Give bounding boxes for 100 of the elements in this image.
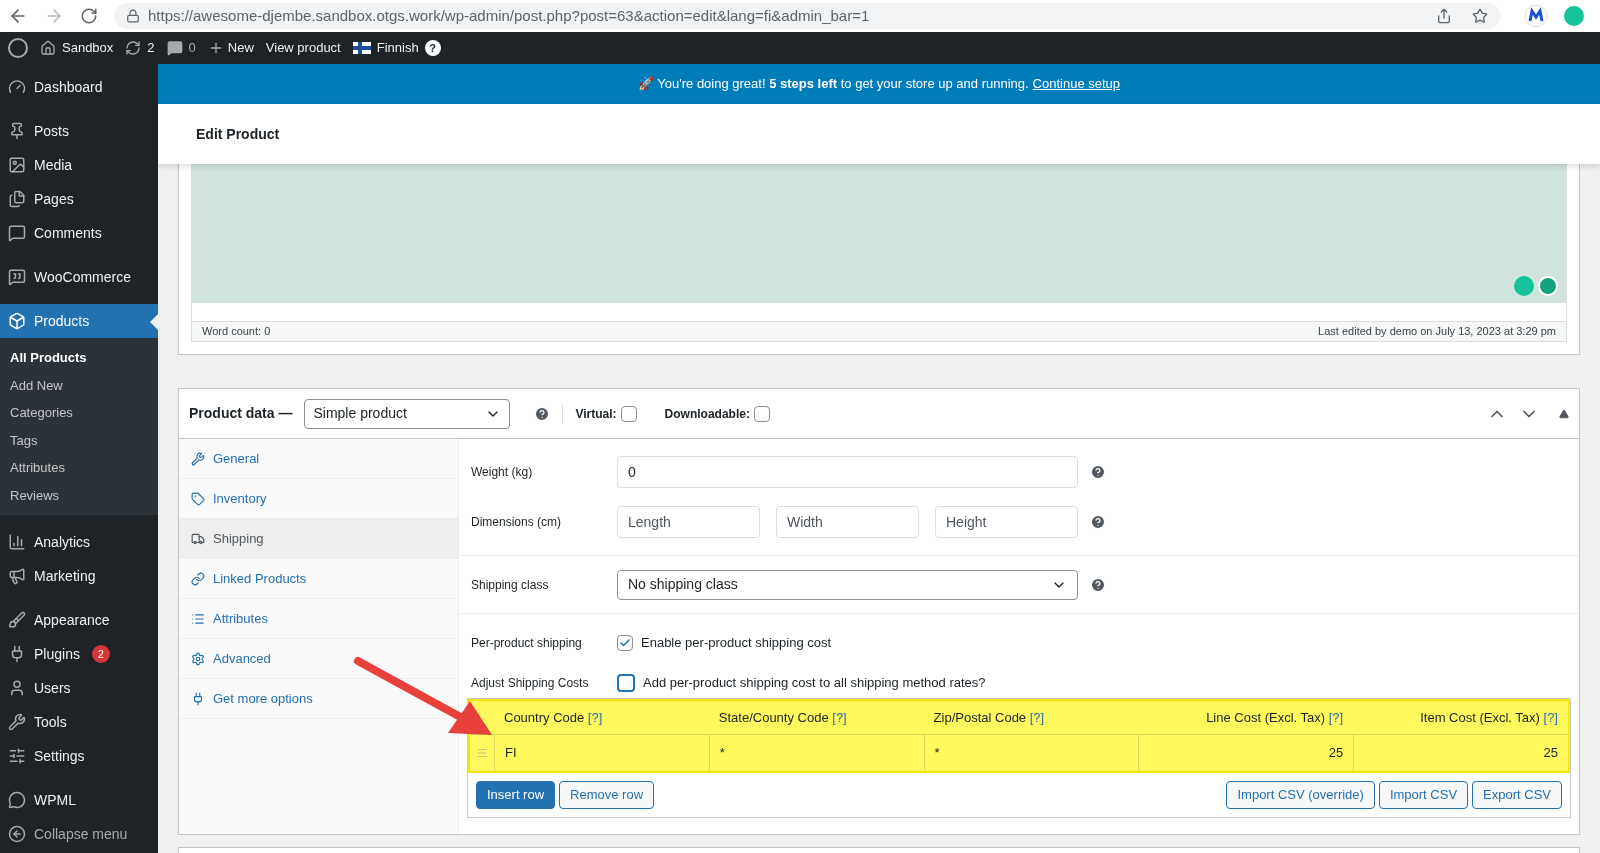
truck-icon <box>191 531 205 546</box>
sidebar-item[interactable]: WPML <box>0 783 158 817</box>
sidebar-item[interactable]: Products <box>0 304 158 338</box>
product-data-tab[interactable]: Linked Products <box>179 559 458 599</box>
sidebar-item[interactable]: Analytics <box>0 525 158 559</box>
updates-count[interactable]: 2 <box>147 38 155 58</box>
sidebar-item[interactable]: Appearance <box>0 603 158 637</box>
media-icon <box>8 156 26 174</box>
count-badge: 2 <box>91 645 110 663</box>
help-icon[interactable] <box>1090 576 1106 593</box>
help-icon[interactable] <box>1090 464 1106 480</box>
csv-button[interactable]: Import CSV <box>1378 781 1469 809</box>
shipping-class-label: Shipping class <box>471 576 550 594</box>
table-cell[interactable]: * <box>708 735 924 771</box>
help-badge[interactable]: ? <box>424 40 441 56</box>
table-cell[interactable]: 25 <box>1138 735 1354 771</box>
updates-icon[interactable] <box>125 40 142 56</box>
table-cell[interactable]: FI <box>494 735 709 771</box>
remove-row-button[interactable]: Remove row <box>559 781 655 809</box>
wrench-icon <box>8 713 26 731</box>
submenu-item[interactable]: Categories <box>0 399 158 427</box>
sidebar-item[interactable]: Marketing <box>0 559 158 593</box>
link-icon <box>191 571 205 586</box>
sidebar-item[interactable]: Tools <box>0 705 158 739</box>
product-data-tab[interactable]: Shipping <box>179 519 458 559</box>
notice-text: 🚀 You're doing great! 5 steps left to get your store up and running. <box>637 75 1029 94</box>
weight-input[interactable]: 0 <box>617 456 1078 488</box>
shipping-class-select[interactable]: No shipping class <box>617 569 1078 600</box>
dimension-input[interactable]: Width <box>776 506 919 538</box>
dimension-input[interactable]: Height <box>935 506 1078 538</box>
column-header: Zip/Postal Code [?] <box>932 708 1046 727</box>
dimension-input[interactable]: Length <box>617 506 760 538</box>
sidebar-item[interactable]: Dashboard <box>0 70 158 104</box>
product-type-select[interactable]: Simple product <box>304 398 511 429</box>
adjust-costs-option: Add per-product shipping cost to all shipping method rates? <box>643 673 986 693</box>
sidebar-item[interactable]: Media <box>0 148 158 182</box>
home-icon[interactable] <box>40 40 56 56</box>
last-edited-text: Last edited by demo on July 13, 2023 at 3:29 pm <box>1318 324 1556 340</box>
address-bar[interactable]: https://awesome-djembe.sandbox.otgs.work/wp-admin/post.php?post=63&action=edit&lang=fi&admin_bar=1 <box>114 3 1500 29</box>
sidebar-item[interactable]: Comments <box>0 216 158 250</box>
column-header: Line Cost (Excl. Tax) [?] <box>1205 708 1345 727</box>
checkbox[interactable] <box>617 635 633 651</box>
sidebar-item[interactable]: Plugins 2 <box>0 637 158 671</box>
sidebar-item[interactable]: WooCommerce <box>0 260 158 294</box>
sidebar-item[interactable]: Collapse menu <box>0 817 158 851</box>
gear-icon <box>191 651 205 666</box>
plug-icon <box>191 691 205 706</box>
table-cell[interactable]: * <box>923 735 1139 771</box>
new-link[interactable]: New <box>227 38 254 58</box>
submenu-item[interactable]: Tags <box>0 426 158 454</box>
share-icon[interactable] <box>1436 8 1452 24</box>
comments-icon[interactable] <box>166 40 183 56</box>
checkbox[interactable] <box>620 405 637 422</box>
gauge-icon <box>8 78 26 96</box>
downloadable-label: Downloadable: <box>664 405 750 423</box>
word-count: Word count: 0 <box>202 324 271 340</box>
csv-button[interactable]: Export CSV <box>1472 781 1562 809</box>
dimensions-label: Dimensions (cm) <box>471 514 562 531</box>
product-data-title: Product data — <box>189 404 293 423</box>
checkbox[interactable] <box>617 674 635 692</box>
sliders-icon <box>8 747 26 765</box>
collapse-toggle-icon[interactable] <box>1559 408 1569 419</box>
product-data-tab[interactable]: Advanced <box>179 639 458 679</box>
view-product-link[interactable]: View product <box>265 38 341 58</box>
submenu-item[interactable]: Attributes <box>0 454 158 482</box>
product-data-tab[interactable]: Attributes <box>179 599 458 639</box>
weight-label: Weight (kg) <box>471 464 534 481</box>
sidebar-item[interactable]: Users <box>0 671 158 705</box>
comments-count[interactable]: 0 <box>188 38 196 58</box>
checkbox[interactable] <box>753 405 770 422</box>
product-data-tab[interactable]: Get more options <box>179 679 458 719</box>
sidebar-item[interactable]: Pages <box>0 182 158 216</box>
product-data-tab[interactable]: General <box>179 439 458 479</box>
url-text: https://awesome-djembe.sandbox.otgs.work/wp-admin/post.php?post=63&action=edit&lang=fi&admin_bar=1 <box>148 5 871 26</box>
help-icon[interactable] <box>534 405 551 422</box>
sidebar-item[interactable]: Settings <box>0 739 158 773</box>
speech-bubble-icon <box>8 791 26 809</box>
virtual-label: Virtual: <box>575 405 617 423</box>
continue-setup-link[interactable]: Continue setup <box>1032 74 1121 94</box>
submenu-item[interactable]: Add New <box>0 371 158 399</box>
column-header: Item Cost (Excl. Tax) [?] <box>1419 708 1559 727</box>
user-icon <box>8 679 26 697</box>
flag-icon <box>352 42 371 54</box>
page-title: Edit Product <box>196 124 280 144</box>
submenu-item[interactable]: Reviews <box>0 481 158 509</box>
tag-icon <box>191 491 205 506</box>
help-icon[interactable] <box>1090 514 1106 530</box>
table-cell[interactable]: 25 <box>1353 735 1568 771</box>
list-icon <box>191 611 205 626</box>
wrench-icon <box>191 451 205 466</box>
language-switcher[interactable]: Finnish <box>376 38 419 58</box>
csv-button[interactable]: Import CSV (override) <box>1226 781 1375 809</box>
reload-icon[interactable] <box>80 7 98 25</box>
site-link[interactable]: Sandbox <box>62 38 114 58</box>
submenu-item[interactable]: All Products <box>0 344 158 372</box>
bookmark-icon[interactable] <box>1472 8 1488 24</box>
insert-row-button[interactable]: Insert row <box>476 781 556 809</box>
brush-icon <box>8 611 26 629</box>
sidebar-item[interactable]: Posts <box>0 114 158 148</box>
bar-chart-icon <box>8 533 26 551</box>
